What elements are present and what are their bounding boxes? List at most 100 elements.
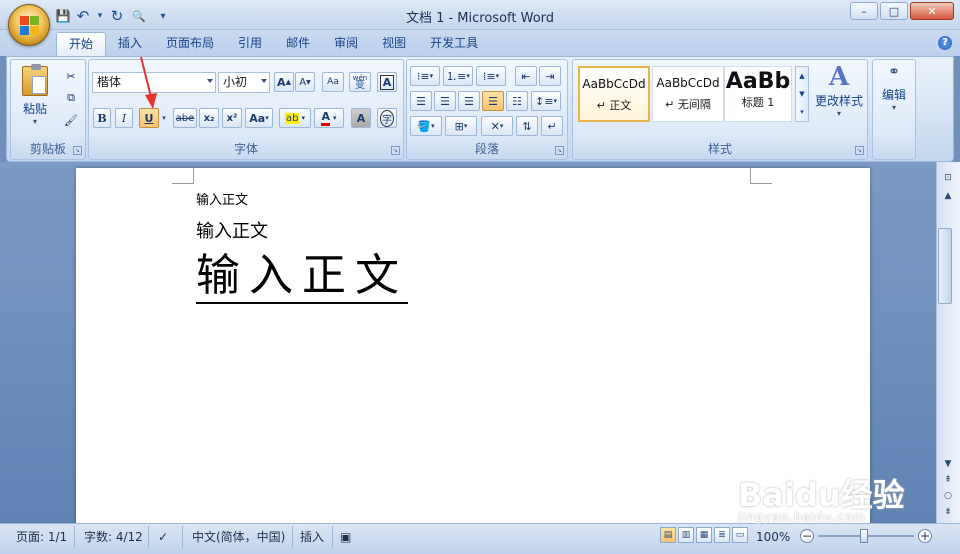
macro-record-icon[interactable]: ▣ bbox=[340, 528, 351, 546]
office-logo-icon bbox=[20, 16, 40, 36]
font-color-button[interactable]: A ▾ bbox=[314, 108, 344, 128]
prev-page-icon[interactable]: ⇞ bbox=[939, 472, 957, 488]
zoom-level[interactable]: 100% bbox=[756, 528, 790, 546]
char-shading-button[interactable]: A bbox=[351, 108, 371, 128]
paragraph-launcher-icon[interactable]: ↘ bbox=[555, 146, 564, 155]
shrink-font-button[interactable]: A ▼ bbox=[295, 72, 315, 92]
change-case-button[interactable]: Aa ▾ bbox=[245, 108, 273, 128]
style-normal[interactable]: AaBbCcDd ↵ 正文 bbox=[578, 66, 650, 122]
gallery-more-icon[interactable]: ▾ bbox=[796, 103, 808, 121]
tab-page-layout[interactable]: 页面布局 bbox=[154, 32, 226, 56]
increase-indent-button[interactable]: ⇥ bbox=[539, 66, 561, 86]
web-layout-view-icon[interactable]: ▦ bbox=[696, 527, 712, 543]
align-right-button[interactable]: ☰ bbox=[458, 91, 480, 111]
decrease-indent-button[interactable]: ⇤ bbox=[515, 66, 537, 86]
outline-view-icon[interactable]: ≣ bbox=[714, 527, 730, 543]
editing-group: ⚭ 编辑 ▾ bbox=[872, 59, 916, 160]
ruler-toggle-icon[interactable]: ⊡ bbox=[939, 170, 957, 186]
style-heading-1[interactable]: AaBb 标题 1 bbox=[724, 66, 792, 122]
font-launcher-icon[interactable]: ↘ bbox=[391, 146, 400, 155]
copy-icon[interactable]: ⧉ bbox=[61, 88, 81, 108]
next-page-icon[interactable]: ⇟ bbox=[939, 504, 957, 520]
phonetic-guide-button[interactable]: wén 变 bbox=[349, 72, 371, 92]
status-insert-mode[interactable]: 插入 bbox=[300, 528, 324, 546]
tab-insert[interactable]: 插入 bbox=[106, 32, 154, 56]
office-button[interactable] bbox=[8, 4, 50, 46]
styles-group-label: 样式 bbox=[707, 142, 732, 156]
char-border-button[interactable]: A bbox=[377, 72, 397, 92]
tab-view[interactable]: 视图 bbox=[370, 32, 418, 56]
distributed-button[interactable]: ☷ bbox=[506, 91, 528, 111]
scroll-up-icon[interactable]: ▲ bbox=[939, 188, 957, 204]
change-styles-label: 更改样式 bbox=[814, 94, 863, 108]
line-spacing-button[interactable]: ↕≡ ▾ bbox=[531, 91, 561, 111]
font-name-value: 楷体 bbox=[97, 75, 122, 89]
browse-object-icon[interactable]: ○ bbox=[939, 488, 957, 504]
tab-home[interactable]: 开始 bbox=[56, 32, 107, 56]
maximize-button[interactable]: □ bbox=[880, 2, 908, 20]
gallery-down-icon[interactable]: ▼ bbox=[796, 85, 808, 103]
font-size-combo[interactable]: 小初 bbox=[218, 72, 270, 93]
borders-button[interactable]: ⊞ ▾ bbox=[445, 116, 477, 136]
sort-button[interactable]: ⇅ bbox=[516, 116, 538, 136]
chinese-layout-button[interactable]: ✕ ▾ bbox=[481, 116, 513, 136]
gallery-up-icon[interactable]: ▲ bbox=[796, 67, 808, 85]
styles-launcher-icon[interactable]: ↘ bbox=[855, 146, 864, 155]
align-left-button[interactable]: ☰ bbox=[410, 91, 432, 111]
paste-dropdown-icon: ▾ bbox=[32, 117, 37, 126]
paragraph-mark-icon: ↵ bbox=[547, 119, 557, 133]
multilevel-list-button[interactable]: ⁞≡ ▾ bbox=[476, 66, 506, 86]
status-language[interactable]: 中文(简体，中国) bbox=[192, 528, 285, 546]
minimize-button[interactable]: – bbox=[850, 2, 878, 20]
zoom-slider-thumb[interactable] bbox=[860, 529, 868, 543]
clear-format-button[interactable]: Aa bbox=[322, 72, 344, 92]
close-button[interactable]: ✕ bbox=[910, 2, 954, 20]
window-title: 文档 1 - Microsoft Word bbox=[405, 11, 555, 26]
enclose-chars-button[interactable]: 字 bbox=[377, 108, 397, 128]
shading-button[interactable]: 🪣 ▾ bbox=[410, 116, 442, 136]
italic-button[interactable]: I bbox=[115, 108, 133, 128]
status-word-count[interactable]: 字数: 4/12 bbox=[84, 528, 143, 546]
show-marks-button[interactable]: ↵ bbox=[541, 116, 563, 136]
clipboard-launcher-icon[interactable]: ↘ bbox=[73, 146, 82, 155]
align-center-button[interactable]: ☰ bbox=[434, 91, 456, 111]
clipboard-group: 粘贴 ▾ ✂ ⧉ 🖌 剪贴板 ↘ bbox=[10, 59, 86, 160]
strikethrough-button[interactable]: abe bbox=[173, 108, 197, 128]
vertical-scrollbar[interactable]: ⊡ ▲ ▼ ⇞ ○ ⇟ bbox=[936, 162, 960, 523]
numbering-button[interactable]: ⒈≡ ▾ bbox=[443, 66, 473, 86]
status-divider bbox=[292, 526, 293, 548]
align-center-icon: ☰ bbox=[440, 94, 450, 108]
scroll-thumb[interactable] bbox=[938, 228, 952, 304]
paste-button[interactable]: 粘贴 ▾ bbox=[15, 64, 55, 134]
print-layout-view-icon[interactable]: ▤ bbox=[660, 527, 676, 543]
underline-dropdown-icon[interactable]: ▾ bbox=[160, 108, 168, 128]
underline-button[interactable]: U bbox=[139, 108, 159, 128]
cut-icon[interactable]: ✂ bbox=[61, 66, 81, 86]
status-page[interactable]: 页面: 1/1 bbox=[16, 528, 67, 546]
bullets-button[interactable]: ⁝≡ ▾ bbox=[410, 66, 440, 86]
format-painter-icon[interactable]: 🖌 bbox=[61, 110, 81, 130]
bold-button[interactable]: B bbox=[93, 108, 111, 128]
highlight-button[interactable]: ab ▾ bbox=[279, 108, 311, 128]
style-no-spacing[interactable]: AaBbCcDd ↵ 无间隔 bbox=[652, 66, 724, 122]
tab-mailings[interactable]: 邮件 bbox=[274, 32, 322, 56]
tab-references[interactable]: 引用 bbox=[226, 32, 274, 56]
decrease-indent-icon: ⇤ bbox=[521, 69, 531, 83]
styles-gallery-scroller[interactable]: ▲ ▼ ▾ bbox=[795, 66, 809, 122]
justify-button[interactable]: ☰ bbox=[482, 91, 504, 111]
subscript-button[interactable]: x₂ bbox=[199, 108, 219, 128]
editing-button[interactable]: ⚭ 编辑 ▾ bbox=[873, 64, 915, 112]
full-screen-view-icon[interactable]: ▥ bbox=[678, 527, 694, 543]
help-icon[interactable]: ? bbox=[938, 36, 952, 50]
window-controls: – □ ✕ bbox=[850, 2, 954, 20]
proofing-icon[interactable]: ✓ bbox=[158, 528, 168, 546]
zoom-in-button[interactable]: + bbox=[918, 529, 932, 543]
superscript-button[interactable]: x² bbox=[222, 108, 242, 128]
draft-view-icon[interactable]: ▭ bbox=[732, 527, 748, 543]
change-styles-button[interactable]: A 更改样式 ▾ bbox=[814, 62, 864, 132]
scroll-down-icon[interactable]: ▼ bbox=[939, 456, 957, 472]
tab-developer[interactable]: 开发工具 bbox=[418, 32, 490, 56]
zoom-out-button[interactable]: − bbox=[800, 529, 814, 543]
tab-review[interactable]: 审阅 bbox=[322, 32, 370, 56]
grow-font-button[interactable]: A ▲ bbox=[274, 72, 294, 92]
